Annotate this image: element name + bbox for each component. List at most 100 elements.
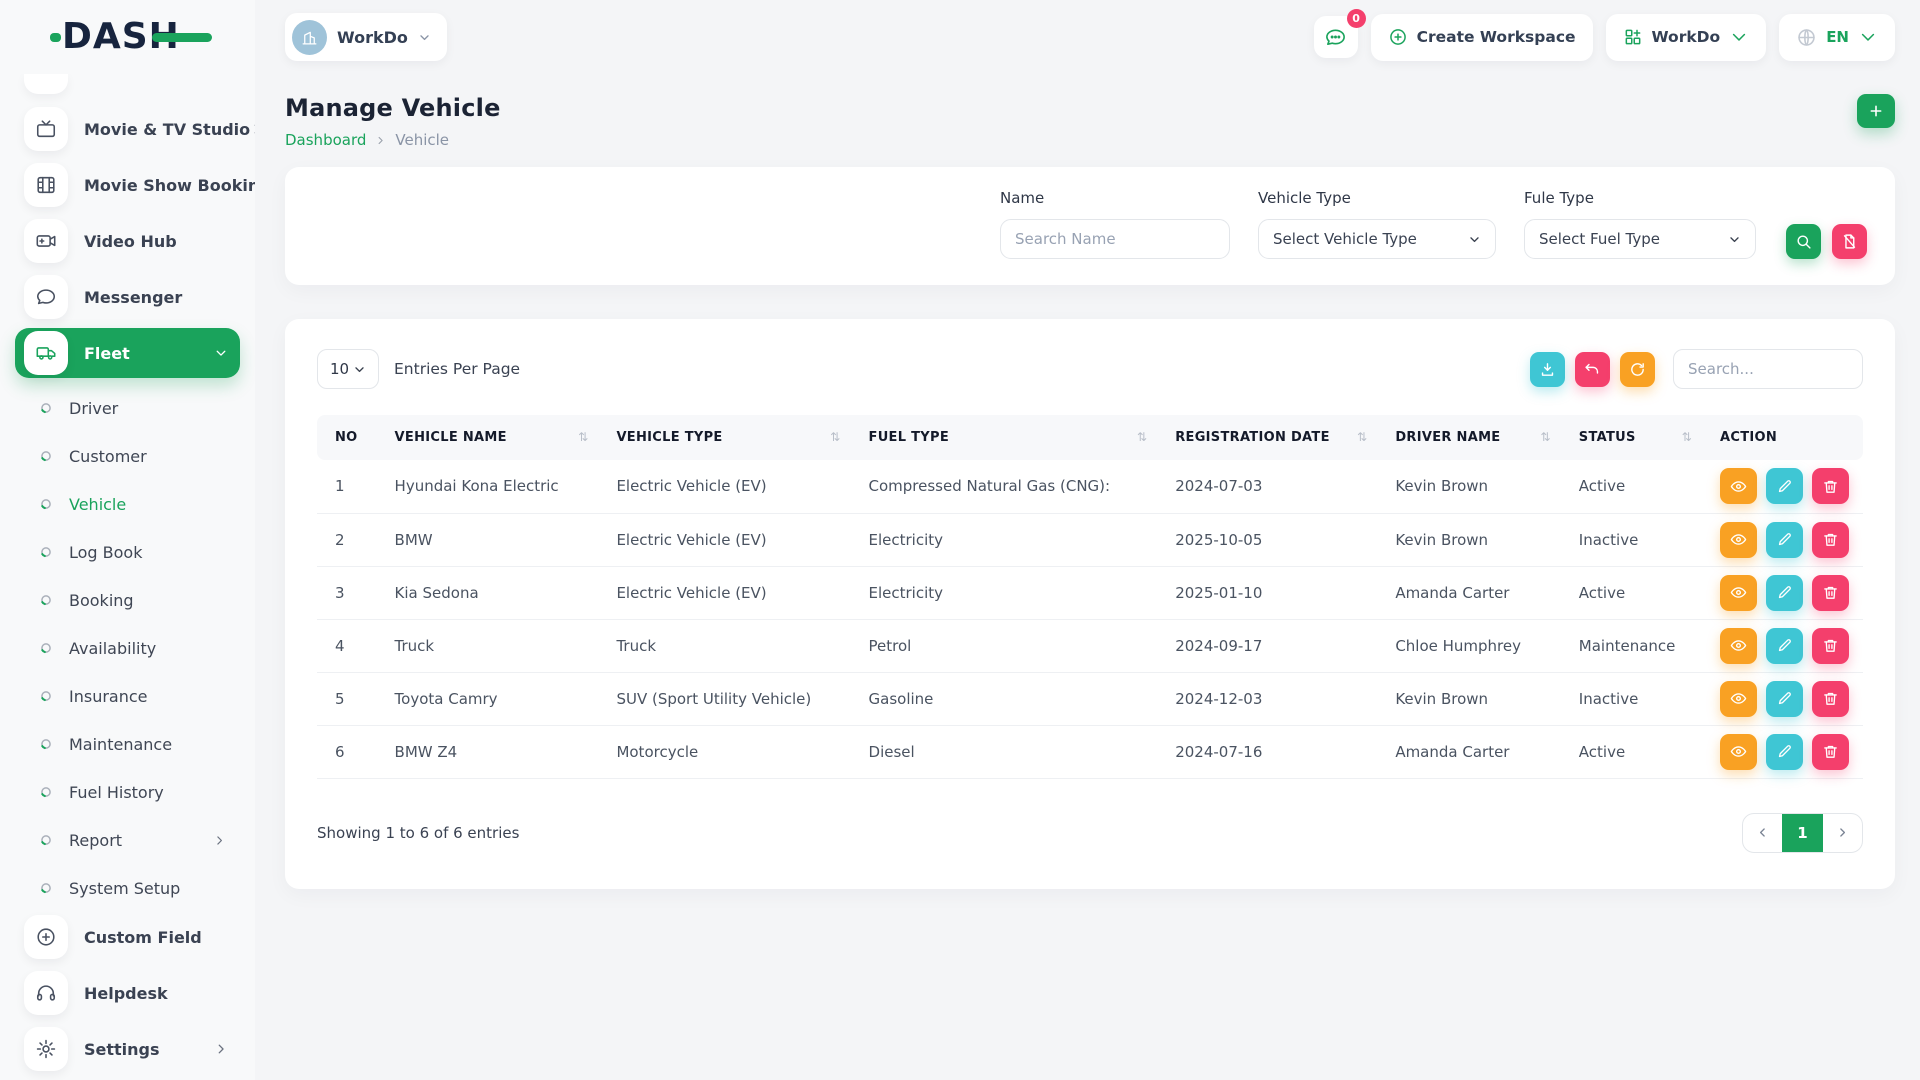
view-button[interactable]: [1720, 734, 1757, 770]
delete-button[interactable]: [1812, 681, 1849, 717]
edit-button[interactable]: [1766, 522, 1803, 558]
pagination: 1: [1742, 813, 1863, 853]
column-header-status[interactable]: STATUS⇅: [1565, 415, 1706, 460]
search-icon: [1795, 233, 1812, 250]
film-icon: [24, 163, 68, 207]
add-vehicle-button[interactable]: [1857, 94, 1895, 128]
pencil-icon: [1776, 690, 1793, 707]
sidebar-item-booking[interactable]: Booking: [15, 576, 240, 624]
sidebar-item-driver[interactable]: Driver: [15, 384, 240, 432]
view-button[interactable]: [1720, 522, 1757, 558]
edit-button[interactable]: [1766, 734, 1803, 770]
sidebar-item-helpdesk[interactable]: Helpdesk: [15, 968, 240, 1018]
cell-actions: [1706, 619, 1863, 672]
language-selector[interactable]: EN: [1779, 14, 1895, 61]
undo-button[interactable]: [1575, 352, 1610, 387]
column-header-fuel-type[interactable]: FUEL TYPE⇅: [855, 415, 1162, 460]
delete-button[interactable]: [1812, 628, 1849, 664]
entries-per-page-select[interactable]: 10: [317, 349, 379, 389]
pagination-page-1[interactable]: 1: [1782, 814, 1823, 852]
pagination-prev-button[interactable]: [1743, 814, 1782, 852]
sidebar-item-fuel-history[interactable]: Fuel History: [15, 768, 240, 816]
sidebar-item-label: Video Hub: [84, 232, 228, 251]
app-logo[interactable]: DASH: [0, 0, 255, 74]
export-button[interactable]: [1530, 352, 1565, 387]
name-search-input[interactable]: [1000, 219, 1230, 259]
sidebar-item-movie-show-booking[interactable]: Movie Show Booking: [15, 160, 240, 210]
breadcrumb-dashboard-link[interactable]: Dashboard: [285, 131, 366, 149]
delete-button[interactable]: [1812, 468, 1849, 504]
column-header-registration-date[interactable]: REGISTRATION DATE⇅: [1161, 415, 1381, 460]
view-button[interactable]: [1720, 628, 1757, 664]
refresh-button[interactable]: [1620, 352, 1655, 387]
sidebar-item-messenger[interactable]: Messenger: [15, 272, 240, 322]
page-content: Manage Vehicle Dashboard Vehicle Name: [255, 74, 1920, 1080]
sidebar-item-customer[interactable]: Customer: [15, 432, 240, 480]
vehicle-type-select[interactable]: Select Vehicle Type: [1258, 219, 1496, 259]
table-row: 4TruckTruckPetrol2024-09-17Chloe Humphre…: [317, 619, 1863, 672]
truck-icon: [24, 331, 68, 375]
cell-vehicle-type: SUV (Sport Utility Vehicle): [602, 672, 854, 725]
edit-button[interactable]: [1766, 628, 1803, 664]
workspace-switcher[interactable]: WorkDo: [285, 13, 447, 61]
sidebar-item-label: Settings: [84, 1040, 214, 1059]
table-footer: Showing 1 to 6 of 6 entries 1: [317, 813, 1863, 853]
pagination-next-button[interactable]: [1823, 814, 1862, 852]
edit-button[interactable]: [1766, 681, 1803, 717]
sidebar-item-label: Custom Field: [84, 928, 228, 947]
trash-icon: [1822, 743, 1839, 760]
breadcrumb-current: Vehicle: [395, 131, 449, 149]
apply-filter-button[interactable]: [1786, 224, 1821, 259]
table-toolbar: 10 Entries Per Page: [317, 349, 1863, 389]
entries-per-page-value: 10: [330, 360, 349, 378]
column-header-action: ACTION: [1706, 415, 1863, 460]
edit-button[interactable]: [1766, 575, 1803, 611]
eye-icon: [1730, 584, 1747, 601]
create-workspace-button[interactable]: Create Workspace: [1371, 14, 1593, 61]
sidebar-item-custom-field[interactable]: Custom Field: [15, 912, 240, 962]
sidebar-item-vehicle[interactable]: Vehicle: [15, 480, 240, 528]
sidebar-item-clipped: [24, 74, 68, 94]
chevron-left-icon: [1756, 826, 1769, 839]
delete-button[interactable]: [1812, 575, 1849, 611]
column-header-vehicle-type[interactable]: VEHICLE TYPE⇅: [602, 415, 854, 460]
sidebar-item-insurance[interactable]: Insurance: [15, 672, 240, 720]
workdo-apps-button[interactable]: WorkDo: [1606, 14, 1767, 61]
edit-button[interactable]: [1766, 468, 1803, 504]
table-search-input[interactable]: [1673, 349, 1863, 389]
workspace-avatar: [292, 20, 327, 55]
chat-bubble-icon: [24, 275, 68, 319]
sidebar-item-label: Messenger: [84, 288, 228, 307]
cell-actions: [1706, 566, 1863, 619]
sidebar-item-fleet[interactable]: Fleet: [15, 328, 240, 378]
column-header-vehicle-name[interactable]: VEHICLE NAME⇅: [381, 415, 603, 460]
fuel-type-select[interactable]: Select Fuel Type: [1524, 219, 1756, 259]
fuel-type-filter-label: Fule Type: [1524, 189, 1756, 207]
sidebar-subitem-label: Fuel History: [69, 783, 240, 802]
sidebar-nav: Movie & TV Studio Movie Show Booking Video…: [0, 74, 255, 1080]
chevron-down-icon: [353, 363, 366, 376]
cell-vehicle-name: Truck: [381, 619, 603, 672]
view-button[interactable]: [1720, 468, 1757, 504]
sidebar-item-settings[interactable]: Settings: [15, 1024, 240, 1074]
view-button[interactable]: [1720, 575, 1757, 611]
delete-button[interactable]: [1812, 734, 1849, 770]
reset-filter-button[interactable]: [1832, 224, 1867, 259]
cell-vehicle-type: Electric Vehicle (EV): [602, 513, 854, 566]
chat-button[interactable]: 0: [1314, 16, 1358, 58]
sidebar-item-maintenance[interactable]: Maintenance: [15, 720, 240, 768]
sidebar-item-movie-and-tv-studio[interactable]: Movie & TV Studio: [15, 104, 240, 154]
column-header-driver-name[interactable]: DRIVER NAME⇅: [1381, 415, 1564, 460]
breadcrumb: Dashboard Vehicle: [285, 131, 501, 149]
sidebar-item-report[interactable]: Report: [15, 816, 240, 864]
view-button[interactable]: [1720, 681, 1757, 717]
sidebar-item-availability[interactable]: Availability: [15, 624, 240, 672]
submenu-bullet-icon: [40, 594, 52, 606]
sidebar-item-log-book[interactable]: Log Book: [15, 528, 240, 576]
chevron-right-icon: [1836, 826, 1849, 839]
building-icon: [300, 28, 319, 47]
sidebar-item-video-hub[interactable]: Video Hub: [15, 216, 240, 266]
delete-button[interactable]: [1812, 522, 1849, 558]
sidebar-item-system-setup[interactable]: System Setup: [15, 864, 240, 912]
submenu-bullet-icon: [40, 882, 52, 894]
